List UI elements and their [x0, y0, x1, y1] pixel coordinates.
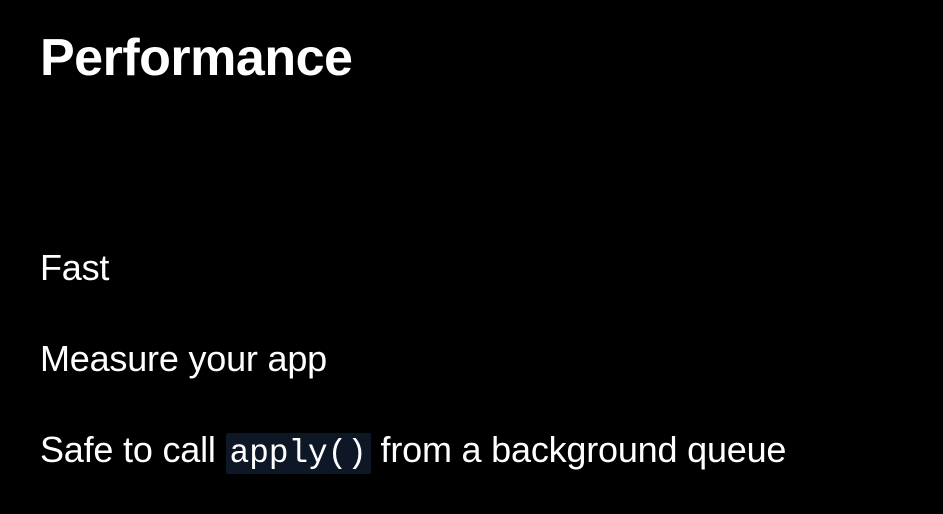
bullet-text-prefix: Safe to call: [40, 429, 226, 470]
code-inline: apply(): [226, 433, 371, 474]
bullet-item: Measure your app: [40, 337, 903, 380]
slide-heading: Performance: [40, 28, 903, 88]
bullet-item: Fast: [40, 246, 903, 289]
bullet-list: Fast Measure your app Safe to call apply…: [40, 246, 903, 474]
bullet-text-suffix: from a background queue: [371, 429, 786, 470]
bullet-item: Safe to call apply() from a background q…: [40, 428, 903, 474]
